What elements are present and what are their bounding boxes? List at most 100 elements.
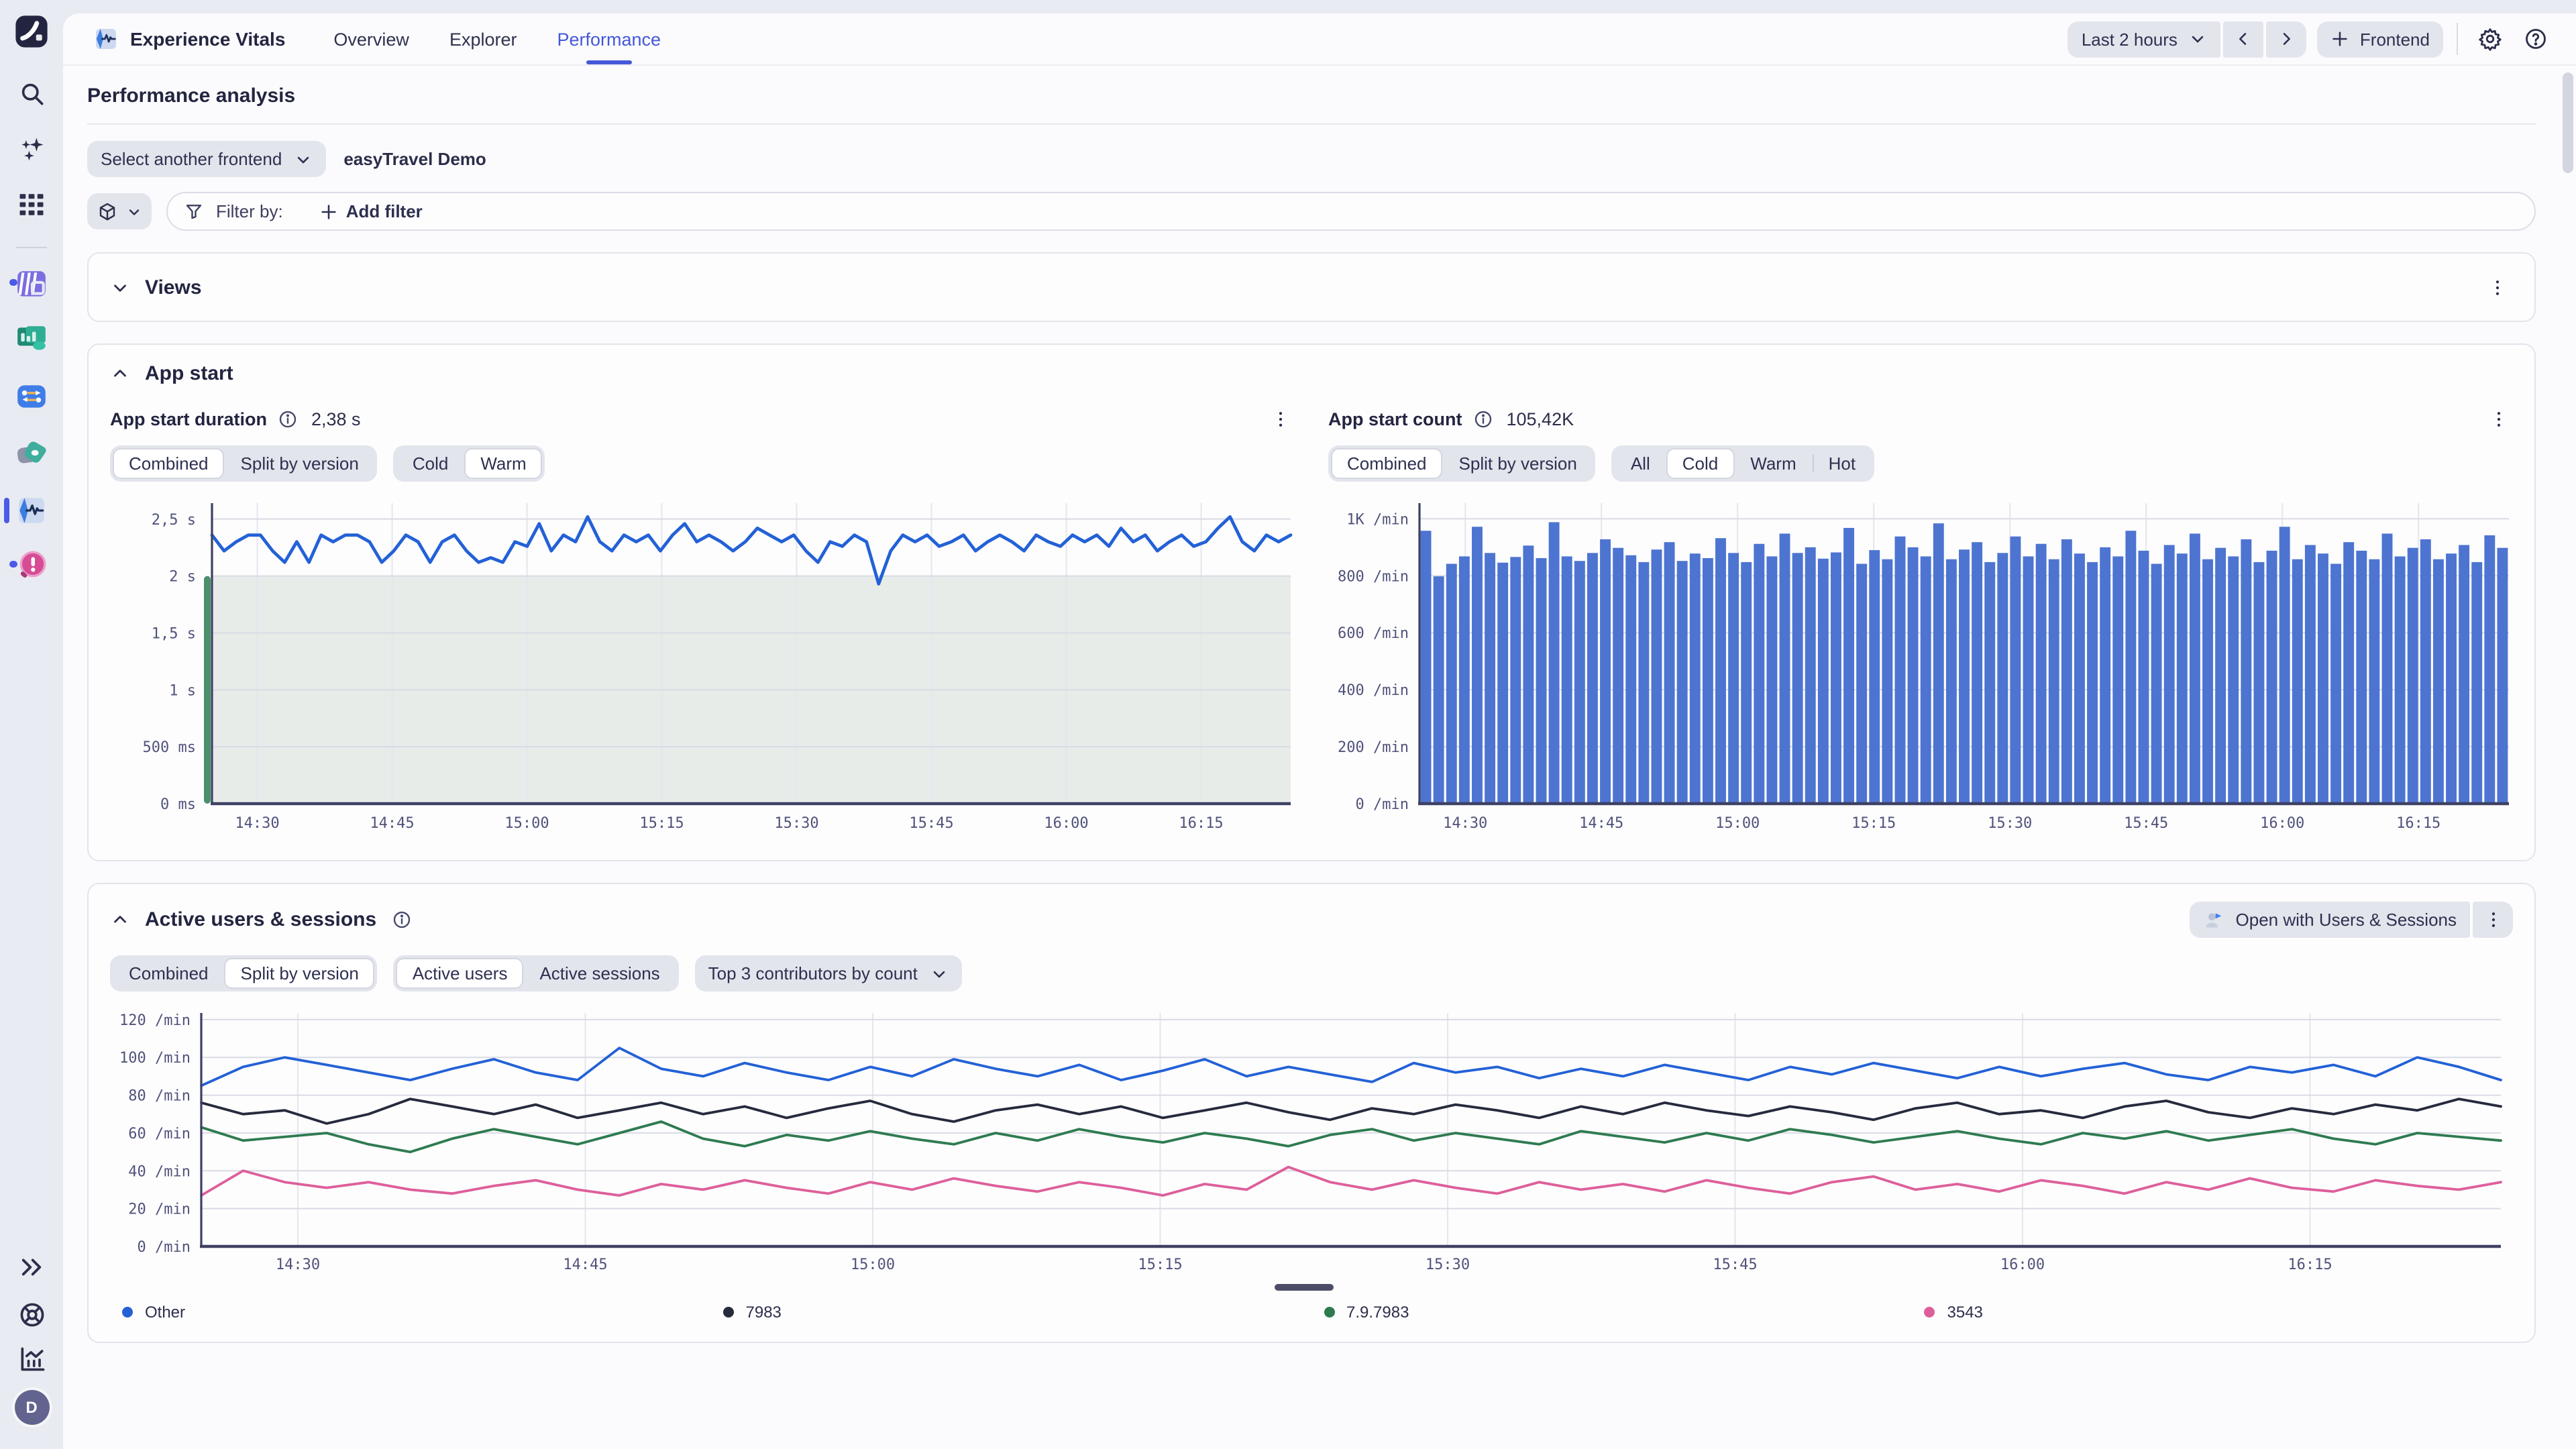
time-range-selector[interactable]: Last 2 hours <box>2068 21 2220 57</box>
app-start-title: App start <box>145 362 233 385</box>
info-icon[interactable] <box>391 910 411 930</box>
views-title: Views <box>145 276 202 299</box>
segment-split-by-version[interactable]: Split by version <box>225 958 375 989</box>
app-header: Experience Vitals Overview Explorer Perf… <box>63 13 2576 66</box>
collapse-chevron-down-icon[interactable] <box>110 277 130 297</box>
count-controls: CombinedSplit by version AllColdWarmHot <box>1328 445 2514 482</box>
svg-text:40 /min: 40 /min <box>128 1163 191 1180</box>
count-value: 105,42K <box>1507 409 1574 429</box>
plus-icon <box>319 202 338 221</box>
segment-cold[interactable]: Cold <box>1666 448 1735 479</box>
views-kebab-menu[interactable] <box>2481 271 2513 303</box>
legend-dot <box>1324 1307 1334 1318</box>
svg-text:60 /min: 60 /min <box>128 1126 191 1142</box>
user-avatar[interactable]: D <box>0 1390 63 1425</box>
duration-chart[interactable]: 2,5 s2 s1,5 s1 s500 ms0 ms14:3014:4515:0… <box>110 495 1296 840</box>
segment-combined[interactable]: Combined <box>113 958 225 989</box>
svg-text:15:45: 15:45 <box>2124 815 2168 832</box>
expand-rail-icon[interactable] <box>0 1253 63 1281</box>
svg-text:16:15: 16:15 <box>2396 815 2440 832</box>
segment-active-sessions[interactable]: Active sessions <box>523 958 676 989</box>
tab-explorer[interactable]: Explorer <box>449 29 517 49</box>
segment-hot[interactable]: Hot <box>1813 448 1872 479</box>
active-users-chart[interactable]: 120 /min100 /min80 /min60 /min40 /min20 … <box>110 1005 2513 1280</box>
dynatrace-logo-icon[interactable] <box>0 13 63 50</box>
legend-item-other[interactable]: Other <box>110 1303 711 1322</box>
svg-text:120 /min: 120 /min <box>119 1012 191 1029</box>
open-with-users-sessions-button[interactable]: Open with Users & Sessions <box>2190 902 2470 938</box>
legend-label: 3543 <box>1947 1303 1983 1322</box>
segmented-control: AllColdWarmHot <box>1612 445 1874 482</box>
help-icon[interactable] <box>2517 20 2555 58</box>
svg-text:15:30: 15:30 <box>1426 1256 1470 1273</box>
filter-row: Filter by: Add filter <box>87 192 2536 231</box>
app-title: Experience Vitals <box>130 28 285 50</box>
segment-split-by-version[interactable]: Split by version <box>1443 448 1593 479</box>
contributors-dropdown[interactable]: Top 3 contributors by count <box>695 955 962 991</box>
legend-item-7-9-7983[interactable]: 7.9.7983 <box>1311 1303 1913 1322</box>
active-kebab-menu[interactable] <box>2473 902 2513 938</box>
settings-gear-icon[interactable] <box>2471 20 2509 58</box>
segment-active-users[interactable]: Active users <box>396 958 524 989</box>
time-forward-button[interactable] <box>2266 21 2306 57</box>
collapse-chevron-up-icon[interactable] <box>110 910 130 930</box>
svg-text:16:15: 16:15 <box>1179 815 1223 832</box>
app-icon-infrastructure[interactable] <box>0 267 63 301</box>
app-icon-problems[interactable] <box>0 549 63 582</box>
segmented-control: CombinedSplit by version <box>110 955 378 991</box>
svg-text:15:15: 15:15 <box>1138 1256 1182 1273</box>
chart-horizontal-scrollbar-thumb[interactable] <box>1275 1284 1334 1291</box>
tab-overview[interactable]: Overview <box>333 29 409 49</box>
add-frontend-button[interactable]: Frontend <box>2317 21 2443 57</box>
svg-text:16:00: 16:00 <box>2260 815 2304 832</box>
active-users-title: Active users & sessions <box>145 908 376 931</box>
app-icon-dashboards[interactable] <box>0 322 63 356</box>
select-frontend-dropdown[interactable]: Select another frontend <box>87 141 326 177</box>
page-content: Performance analysis Select another fron… <box>63 64 2576 1449</box>
count-chart[interactable]: 1K /min800 /min600 /min400 /min200 /min0… <box>1328 495 2514 840</box>
support-lifebuoy-icon[interactable] <box>0 1300 63 1330</box>
app-start-duration-panel: App start duration 2,38 s CombinedSplit … <box>110 404 1296 840</box>
svg-text:200 /min: 200 /min <box>1338 739 1409 756</box>
svg-text:14:30: 14:30 <box>276 1256 320 1273</box>
search-icon[interactable] <box>0 79 63 109</box>
tab-performance[interactable]: Performance <box>557 29 661 49</box>
add-filter-button[interactable]: Add filter <box>319 201 423 221</box>
info-icon[interactable] <box>1473 409 1493 429</box>
ai-sparkles-icon[interactable] <box>0 134 63 164</box>
count-kebab-menu[interactable] <box>2482 402 2514 435</box>
svg-text:16:00: 16:00 <box>2000 1256 2045 1273</box>
duration-kebab-menu[interactable] <box>1264 402 1296 435</box>
segment-warm[interactable]: Warm <box>464 448 542 479</box>
segmented-control: CombinedSplit by version <box>1328 445 1596 482</box>
title-divider <box>87 123 2536 125</box>
svg-text:14:45: 14:45 <box>563 1256 607 1273</box>
plus-icon <box>2330 30 2349 48</box>
segment-warm[interactable]: Warm <box>1734 448 1812 479</box>
legend-item-3543[interactable]: 3543 <box>1913 1303 2514 1322</box>
collapse-chevron-up-icon[interactable] <box>110 364 130 384</box>
legend-item-7983[interactable]: 7983 <box>711 1303 1312 1322</box>
active-users-section: Active users & sessions Open with Users … <box>87 883 2536 1343</box>
scope-cube-dropdown[interactable] <box>87 193 152 229</box>
app-icon-workflows[interactable] <box>0 380 63 413</box>
segment-combined[interactable]: Combined <box>1331 448 1443 479</box>
segment-cold[interactable]: Cold <box>396 448 465 479</box>
app-icon-experience-vitals-active[interactable] <box>0 494 63 527</box>
vertical-scrollbar-thumb[interactable] <box>2563 72 2573 173</box>
chevron-down-icon <box>930 964 949 983</box>
segment-all[interactable]: All <box>1615 448 1666 479</box>
segment-split-by-version[interactable]: Split by version <box>225 448 375 479</box>
filter-bar[interactable]: Filter by: Add filter <box>166 192 2536 231</box>
app-icon-clouds[interactable] <box>0 436 63 470</box>
apps-grid-icon[interactable] <box>0 191 63 219</box>
insights-chart-icon[interactable] <box>0 1344 63 1374</box>
svg-text:15:30: 15:30 <box>1988 815 2032 832</box>
count-title: App start count <box>1328 409 1462 429</box>
time-back-button[interactable] <box>2223 21 2263 57</box>
legend-label: Other <box>145 1303 185 1322</box>
segment-combined[interactable]: Combined <box>113 448 225 479</box>
info-icon[interactable] <box>278 409 298 429</box>
svg-text:15:00: 15:00 <box>851 1256 895 1273</box>
filter-by-label: Filter by: <box>216 201 283 221</box>
